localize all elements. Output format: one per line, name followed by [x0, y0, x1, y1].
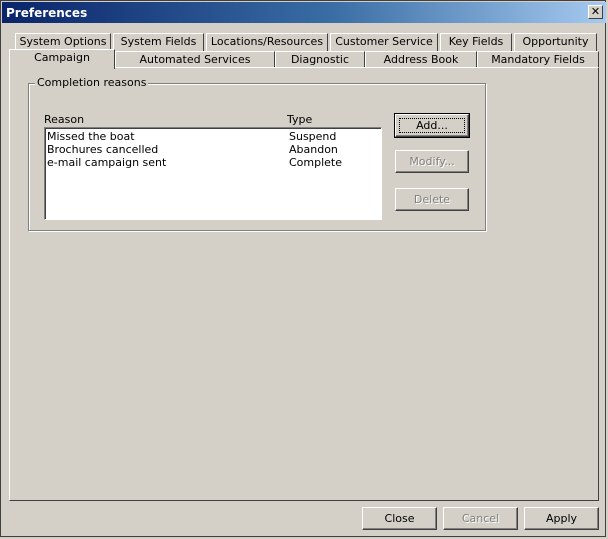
reason-cell: Missed the boat: [47, 130, 135, 143]
add-button-label: Add...: [416, 119, 448, 132]
add-button[interactable]: Add...: [394, 113, 470, 138]
tab-label: Address Book: [383, 53, 459, 66]
tab-label: System Fields: [120, 35, 197, 48]
column-header-reason: Reason: [44, 113, 85, 126]
campaign-tab-panel: Completion reasons Reason Type Missed th…: [9, 67, 599, 501]
tab-label: Opportunity: [522, 35, 589, 48]
tab-label: Locations/Resources: [210, 35, 324, 48]
close-icon: ✕: [590, 5, 601, 18]
close-button-label: Close: [384, 512, 415, 525]
close-window-button[interactable]: ✕: [588, 5, 603, 19]
modify-button[interactable]: Modify...: [395, 150, 469, 173]
cancel-button[interactable]: Cancel: [443, 507, 518, 530]
column-header-type: Type: [287, 113, 313, 126]
close-button[interactable]: Close: [362, 507, 437, 530]
tab-system-fields[interactable]: System Fields: [113, 33, 204, 51]
delete-button[interactable]: Delete: [395, 188, 469, 211]
list-item[interactable]: e-mail campaign sent Complete: [47, 156, 377, 169]
tab-opportunity[interactable]: Opportunity: [514, 33, 597, 51]
tab-label: Key Fields: [448, 35, 504, 48]
list-item[interactable]: Missed the boat Suspend: [47, 130, 377, 143]
reason-cell: Brochures cancelled: [47, 143, 159, 156]
delete-button-label: Delete: [413, 193, 451, 206]
type-cell: Complete: [289, 156, 343, 169]
tab-label: Diagnostic: [290, 53, 350, 66]
type-cell: Abandon: [289, 143, 338, 156]
tab-label: Customer Service: [335, 35, 433, 48]
tab-label: Campaign: [34, 51, 90, 64]
tab-label: Automated Services: [139, 53, 251, 66]
tab-customer-service[interactable]: Customer Service: [330, 33, 438, 51]
window-title: Preferences: [6, 6, 88, 20]
reason-cell: e-mail campaign sent: [47, 156, 167, 169]
tab-label: System Options: [19, 35, 107, 48]
preferences-window: Preferences ✕ System Options System Fiel…: [0, 0, 606, 537]
group-label: Completion reasons: [35, 76, 149, 89]
title-bar[interactable]: Preferences ✕: [2, 2, 606, 23]
tab-key-fields[interactable]: Key Fields: [440, 33, 512, 51]
list-item[interactable]: Brochures cancelled Abandon: [47, 143, 377, 156]
modify-button-label: Modify...: [409, 155, 455, 168]
cancel-button-label: Cancel: [461, 512, 500, 525]
apply-button[interactable]: Apply: [524, 507, 599, 530]
tab-locations-resources[interactable]: Locations/Resources: [206, 33, 328, 51]
completion-reasons-group: Completion reasons Reason Type Missed th…: [28, 76, 486, 231]
type-cell: Suspend: [289, 130, 337, 143]
apply-button-label: Apply: [545, 512, 578, 525]
completion-reasons-list[interactable]: Missed the boat Suspend Brochures cancel…: [44, 127, 382, 220]
tab-label: Mandatory Fields: [491, 53, 585, 66]
tab-campaign[interactable]: Campaign: [9, 49, 115, 69]
